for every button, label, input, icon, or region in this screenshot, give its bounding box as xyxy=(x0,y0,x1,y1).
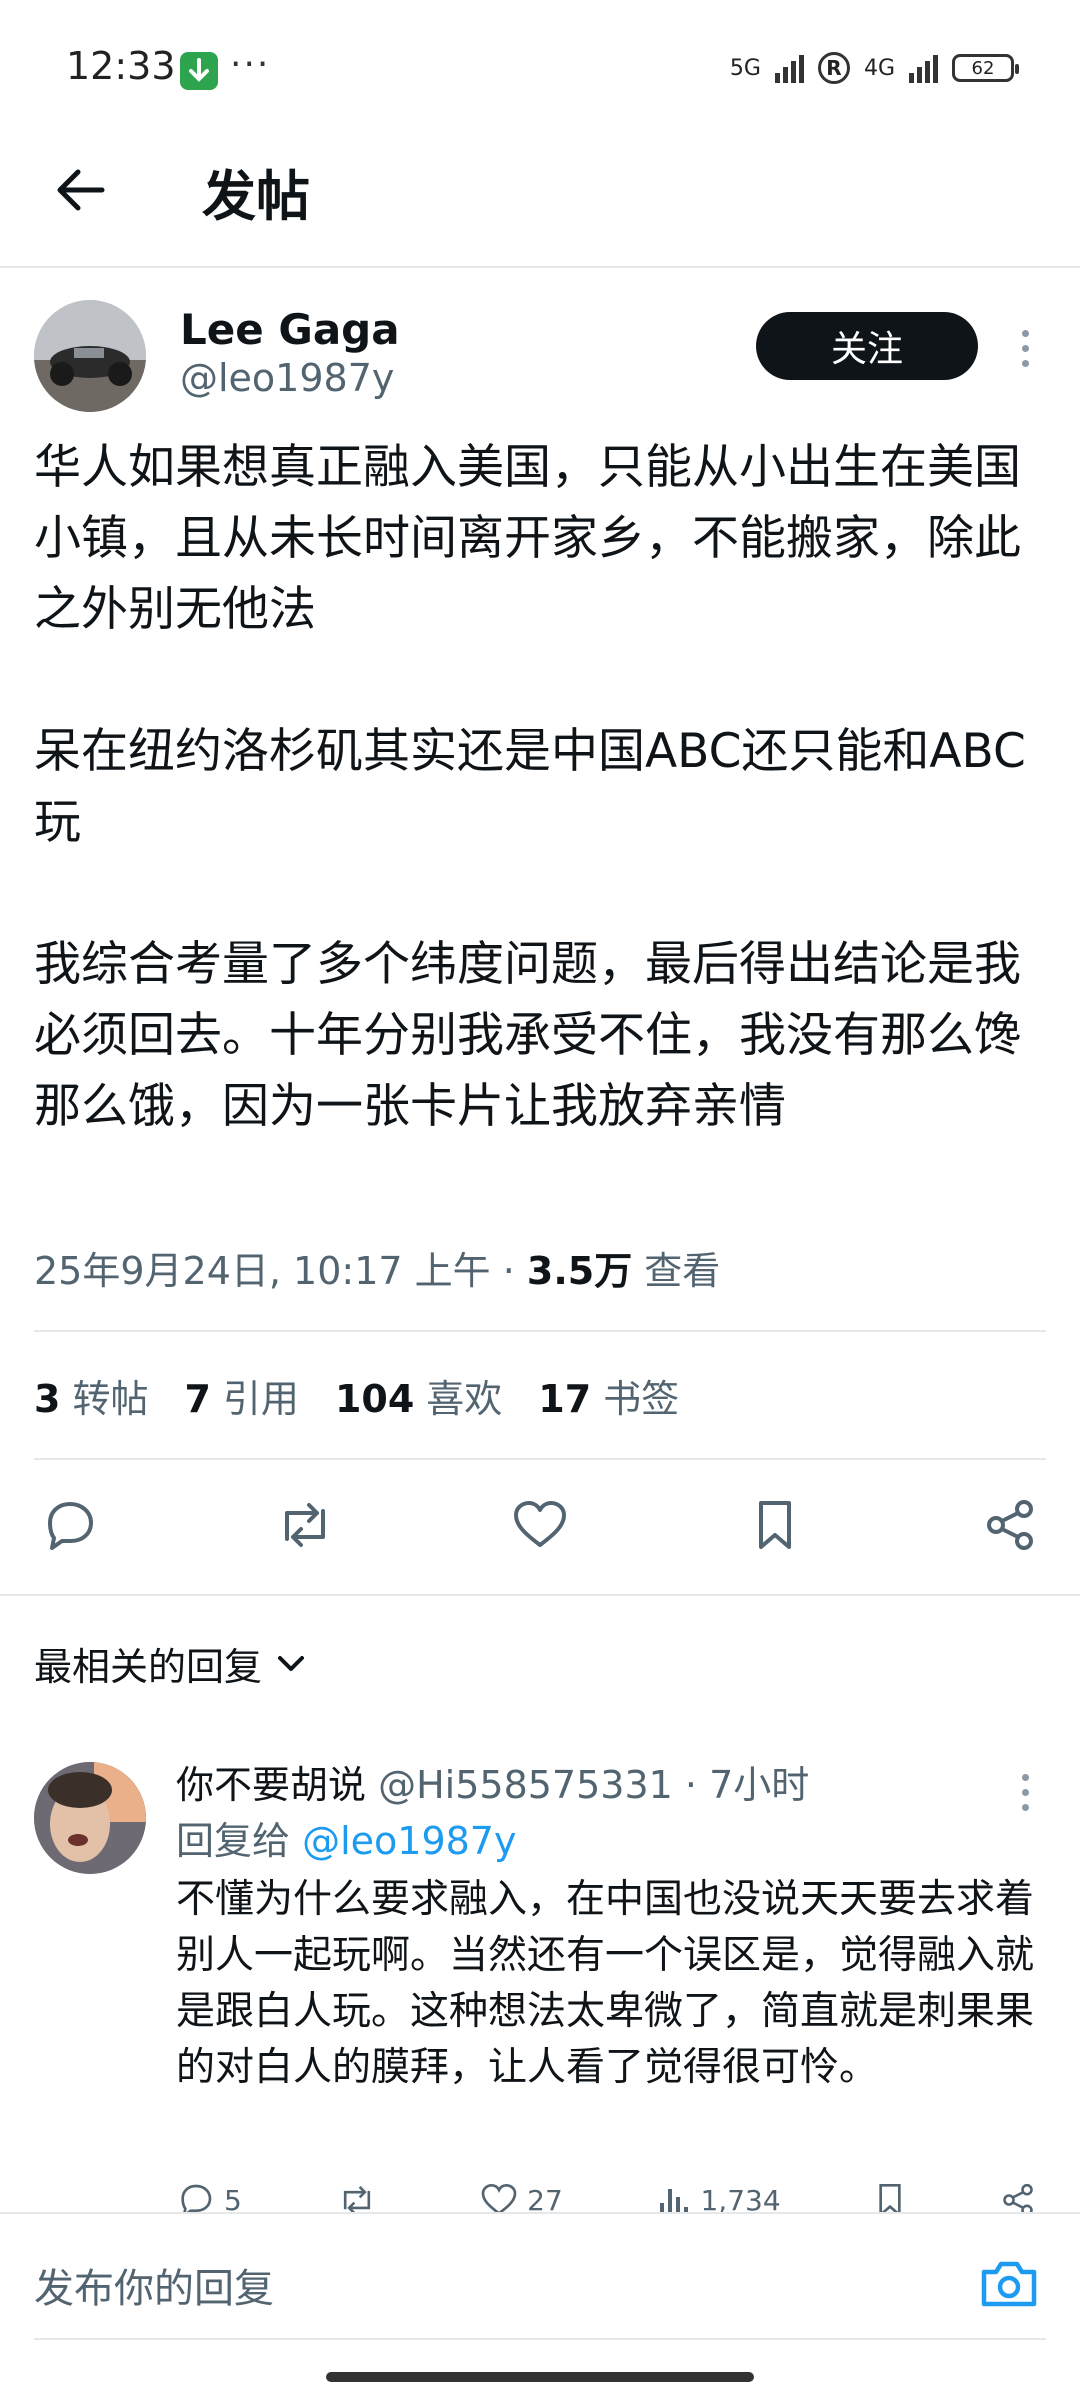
page-title: 发帖 xyxy=(202,165,310,228)
signal-icon-2 xyxy=(909,53,938,83)
reply-button[interactable] xyxy=(34,1490,106,1560)
reply-input[interactable]: 发布你的回复 xyxy=(34,2256,274,2314)
bookmark-button[interactable] xyxy=(739,1490,811,1560)
post-action-bar xyxy=(34,1490,1046,1560)
repost-icon xyxy=(285,1503,325,1547)
reply-avatar[interactable] xyxy=(34,1762,146,1874)
reply-sort-dropdown[interactable]: 最相关的回复 xyxy=(34,1636,306,1691)
quotes-stat[interactable]: 7 引用 xyxy=(184,1368,298,1423)
reply-more-options-icon[interactable] xyxy=(1010,1762,1040,1822)
share-button[interactable] xyxy=(974,1490,1046,1560)
divider xyxy=(0,1594,1080,1596)
views-count: 3.5万 xyxy=(526,1249,633,1293)
signal-icon xyxy=(774,53,804,83)
divider xyxy=(34,1458,1046,1460)
reply-time: · 7小时 xyxy=(672,1763,810,1807)
battery-icon: 62 xyxy=(952,54,1019,82)
likes-stat[interactable]: 104 喜欢 xyxy=(335,1368,502,1423)
compose-underline xyxy=(34,2338,1046,2340)
share-icon xyxy=(987,1500,1033,1550)
back-button[interactable] xyxy=(40,150,120,230)
reply-header: 你不要胡说 @Hi558575331 · 7小时 xyxy=(176,1754,809,1809)
author-name[interactable]: Lee Gaga xyxy=(180,305,400,354)
views-label: 查看 xyxy=(632,1249,721,1293)
reply-author-handle[interactable]: @Hi558575331 xyxy=(366,1763,673,1807)
reposts-stat[interactable]: 3 转帖 xyxy=(34,1368,148,1423)
roaming-icon: R xyxy=(817,52,850,84)
camera-icon xyxy=(981,2261,1037,2307)
reply-text: 不懂为什么要求融入，在中国也没说天天要去求着别人一起玩啊。当然还有一个误区是，觉… xyxy=(176,1877,1035,2090)
author-avatar[interactable] xyxy=(34,300,146,412)
status-time: 12:33 xyxy=(66,44,176,88)
more-notifications-icon: ··· xyxy=(230,44,271,85)
chevron-down-icon xyxy=(278,1655,305,1671)
repost-button[interactable] xyxy=(269,1490,341,1560)
post-text: 华人如果想真正融入美国，只能从小出生在美国小镇，且从未长时间离开家乡，不能搬家，… xyxy=(34,440,1026,1134)
home-indicator[interactable] xyxy=(326,2372,754,2382)
reply-to-label: 回复给 xyxy=(176,1819,303,1863)
arrow-left-icon xyxy=(57,169,105,211)
post-stats: 3 转帖 7 引用 104 喜欢 17 书签 xyxy=(34,1368,679,1423)
follow-button[interactable]: 关注 xyxy=(756,312,978,380)
like-button[interactable] xyxy=(504,1490,576,1560)
divider xyxy=(34,1330,1046,1332)
post-meta: 25年9月24日, 10:17 上午 · 3.5万 查看 xyxy=(34,1240,720,1295)
reply-to-handle[interactable]: @leo1987y xyxy=(302,1819,516,1863)
post-timestamp: 25年9月24日, 10:17 上午 · xyxy=(34,1249,527,1293)
header-divider xyxy=(0,266,1080,268)
reply-sort-label: 最相关的回复 xyxy=(34,1645,263,1689)
author-handle[interactable]: @leo1987y xyxy=(180,356,394,400)
network-5g-label: 5G xyxy=(729,55,761,81)
reply-icon xyxy=(48,1502,93,1550)
bookmarks-stat[interactable]: 17 书签 xyxy=(538,1368,679,1423)
heart-icon xyxy=(514,1501,566,1547)
reply-to-line: 回复给 @leo1987y xyxy=(176,1810,516,1865)
reply-author-name[interactable]: 你不要胡说 xyxy=(176,1763,366,1807)
download-notification-icon xyxy=(180,52,218,90)
network-4g-label: 4G xyxy=(863,55,895,81)
status-icons: 5G R 4G 62 xyxy=(729,46,1019,90)
bookmark-icon xyxy=(759,1501,791,1549)
camera-button[interactable] xyxy=(978,2256,1048,2316)
more-options-icon[interactable] xyxy=(1010,318,1040,378)
